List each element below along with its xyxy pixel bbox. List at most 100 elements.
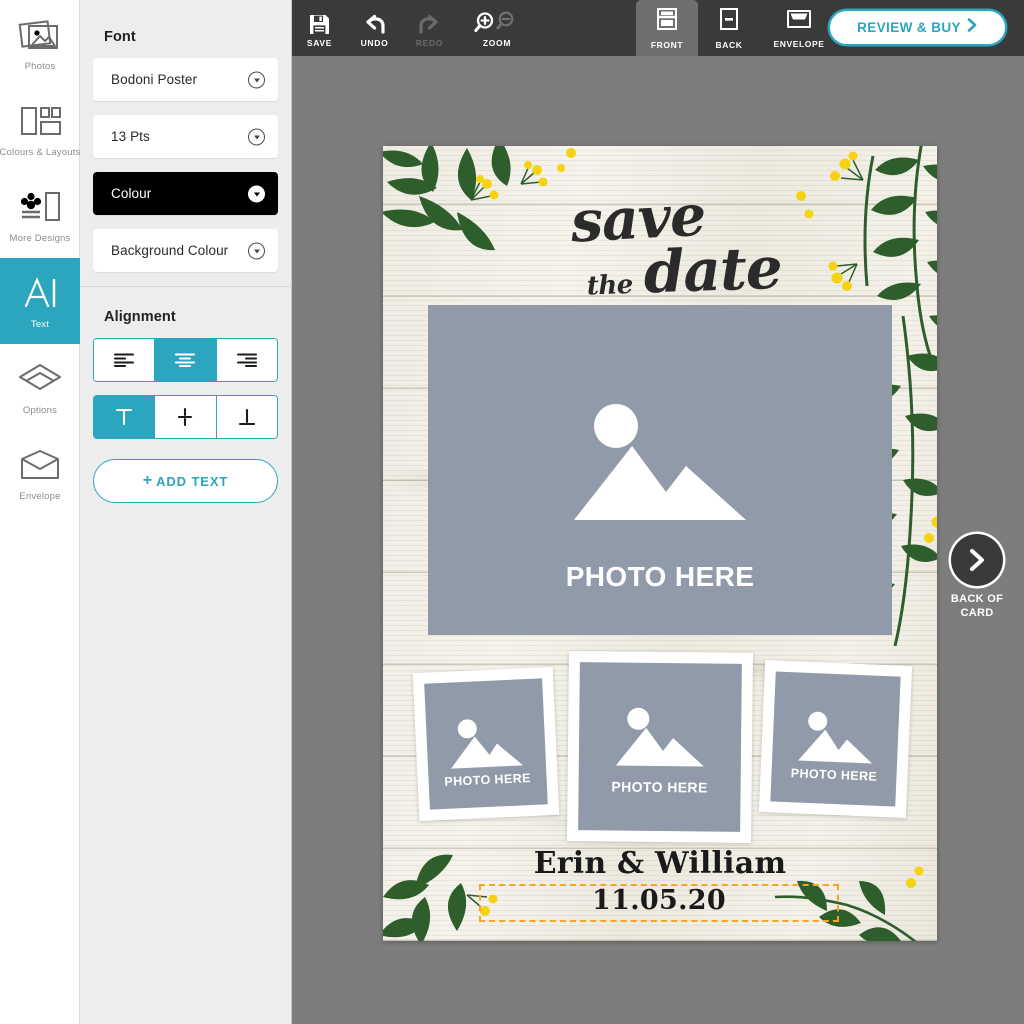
back-of-card-button[interactable]: BACK OF CARD (936, 534, 1018, 621)
sidebar-item-label: More Designs (9, 234, 70, 244)
photo-frame-left[interactable]: PHOTO HERE (413, 667, 560, 821)
chevron-down-icon (248, 185, 265, 202)
add-text-button[interactable]: + ADD TEXT (93, 459, 278, 503)
photo-placeholder-middle[interactable]: PHOTO HERE (578, 662, 742, 832)
options-icon (17, 357, 63, 401)
text-icon (17, 271, 63, 315)
layouts-icon (17, 99, 63, 143)
font-section-title: Font (93, 0, 278, 58)
review-and-buy-label: REVIEW & BUY (857, 20, 961, 35)
card-designer-app: Photos Colours & Layouts (0, 0, 1024, 1024)
couple-names-text[interactable]: Erin & William (383, 846, 937, 881)
font-family-select[interactable]: Bodoni Poster (93, 58, 278, 101)
photo-placeholder-label: PHOTO HERE (428, 561, 892, 593)
align-center-button[interactable] (155, 339, 216, 381)
chevron-right-icon (951, 534, 1003, 586)
align-right-button[interactable] (217, 339, 277, 381)
image-placeholder-icon (428, 400, 892, 530)
save-label: SAVE (307, 38, 332, 48)
chevron-down-icon (248, 71, 265, 88)
more-designs-icon (17, 185, 63, 229)
undo-label: UNDO (361, 38, 389, 48)
sidebar-item-label: Options (23, 406, 57, 416)
magnifier-icon (474, 9, 520, 35)
back-of-card-label: BACK OF CARD (951, 593, 1003, 621)
redo-arrow-icon (417, 9, 442, 35)
foliage-top-left-icon (383, 146, 601, 288)
tool-button-group: SAVE UNDO REDO (292, 0, 537, 56)
sidebar-item-label: Colours & Layouts (0, 148, 81, 158)
photo-frame-middle[interactable]: PHOTO HERE (567, 651, 753, 843)
alignment-section-title: Alignment (93, 287, 278, 338)
image-placeholder-icon (772, 708, 899, 768)
align-bottom-button[interactable] (217, 396, 277, 438)
photo-placeholder-label: PHOTO HERE (771, 765, 896, 784)
undo-button[interactable]: UNDO (347, 0, 402, 56)
redo-label: REDO (416, 38, 443, 48)
save-button[interactable]: SAVE (292, 0, 347, 56)
top-toolbar: SAVE UNDO REDO (292, 0, 1024, 56)
text-properties-panel: Font Bodoni Poster 13 Pts Colour Backgro… (80, 0, 292, 1024)
left-icon-rail: Photos Colours & Layouts (0, 0, 80, 1024)
zoom-controls[interactable]: ZOOM (457, 0, 537, 56)
card-preview-front[interactable]: save the date PHOTO HERE (383, 146, 937, 941)
sidebar-item-options[interactable]: Options (0, 344, 80, 430)
font-family-value: Bodoni Poster (93, 72, 197, 87)
sidebar-item-label: Envelope (19, 492, 60, 502)
card-back-icon (718, 7, 740, 36)
tab-back[interactable]: BACK (698, 0, 760, 56)
photo-placeholder-right[interactable]: PHOTO HERE (770, 671, 900, 806)
image-placeholder-icon (426, 714, 546, 773)
align-middle-button[interactable] (155, 396, 216, 438)
envelope-tab-icon (786, 8, 812, 35)
align-left-button[interactable] (94, 339, 155, 381)
undo-arrow-icon (362, 9, 387, 35)
date-text: 11.05.20 (592, 885, 726, 916)
sidebar-item-text[interactable]: Text (0, 258, 80, 344)
date-text-field-selected[interactable]: 11.05.20 (479, 884, 839, 922)
add-text-label: ADD TEXT (156, 474, 228, 489)
sidebar-item-label: Photos (25, 62, 56, 72)
tab-envelope-label: ENVELOPE (773, 39, 824, 49)
sidebar-item-envelope[interactable]: Envelope (0, 430, 80, 516)
back-of-card-line1: BACK OF (951, 593, 1003, 605)
photos-icon (17, 13, 63, 57)
font-colour-select[interactable]: Colour (93, 172, 278, 215)
review-and-buy-button[interactable]: REVIEW & BUY (830, 11, 1005, 44)
tab-front-label: FRONT (651, 40, 683, 50)
background-colour-value: Background Colour (93, 243, 228, 258)
zoom-label: ZOOM (483, 38, 511, 48)
back-of-card-line2: CARD (961, 607, 994, 619)
tab-front[interactable]: FRONT (636, 0, 698, 56)
font-size-value: 13 Pts (93, 129, 150, 144)
font-size-select[interactable]: 13 Pts (93, 115, 278, 158)
horizontal-alignment-group (93, 338, 278, 382)
sidebar-item-colours-layouts[interactable]: Colours & Layouts (0, 86, 80, 172)
tab-envelope[interactable]: ENVELOPE (760, 0, 838, 56)
card-side-tabs: FRONT BACK ENVELOPE (636, 0, 838, 56)
align-top-button[interactable] (94, 396, 155, 438)
photo-placeholder-main[interactable]: PHOTO HERE (428, 305, 892, 635)
card-front-icon (656, 7, 678, 36)
vertical-alignment-group (93, 395, 278, 439)
sidebar-item-more-designs[interactable]: More Designs (0, 172, 80, 258)
chevron-right-icon (966, 17, 978, 38)
chevron-down-icon (248, 242, 265, 259)
photo-placeholder-label: PHOTO HERE (579, 778, 741, 796)
chevron-down-icon (248, 128, 265, 145)
photo-placeholder-label: PHOTO HERE (428, 770, 547, 789)
sidebar-item-photos[interactable]: Photos (0, 0, 80, 86)
image-placeholder-icon (579, 705, 742, 771)
plus-icon: + (143, 473, 152, 489)
alignment-section: Alignment (80, 287, 291, 503)
photo-frame-right[interactable]: PHOTO HERE (759, 660, 912, 818)
envelope-icon (17, 443, 63, 487)
background-colour-select[interactable]: Background Colour (93, 229, 278, 272)
font-colour-value: Colour (93, 186, 151, 201)
font-section: Font Bodoni Poster 13 Pts Colour Backgro… (80, 0, 291, 272)
photo-placeholder-left[interactable]: PHOTO HERE (424, 678, 548, 809)
design-canvas[interactable]: save the date PHOTO HERE (292, 56, 1024, 1024)
sidebar-item-label: Text (31, 320, 49, 330)
floppy-disk-icon (309, 9, 330, 35)
redo-button: REDO (402, 0, 457, 56)
